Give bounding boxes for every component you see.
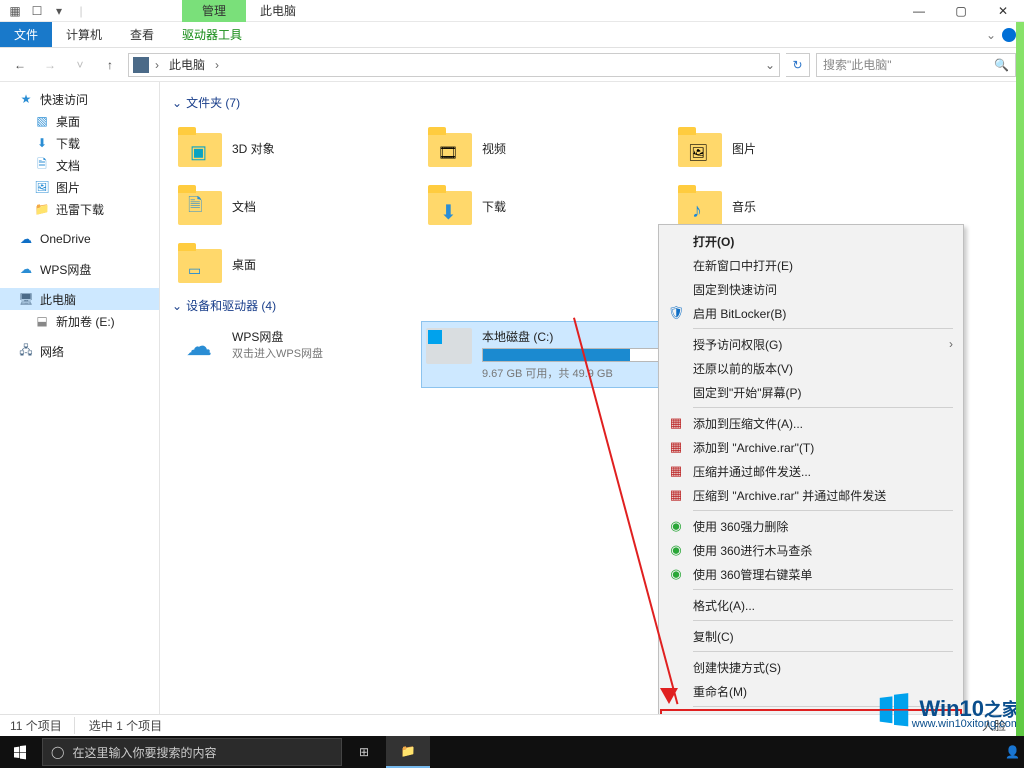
nav-quick-access[interactable]: ★快速访问 bbox=[0, 88, 159, 110]
folder-pictures[interactable]: 🖼图片 bbox=[672, 119, 922, 177]
folder-downloads[interactable]: ⬇下载 bbox=[422, 177, 672, 235]
360-icon: ◉ bbox=[667, 565, 685, 583]
drive-c-icon bbox=[426, 328, 472, 364]
nav-xunlei[interactable]: 📁迅雷下载 bbox=[0, 198, 159, 220]
crumb-sep[interactable]: › bbox=[153, 58, 161, 72]
status-selected-count: 选中 1 个项目 bbox=[89, 717, 162, 734]
nav-pictures[interactable]: 🖼图片 bbox=[0, 176, 159, 198]
ctx-copy[interactable]: 复制(C) bbox=[661, 624, 961, 648]
contextual-tab-manage: 管理 bbox=[182, 0, 246, 22]
nav-forward: → bbox=[38, 53, 62, 77]
nav-pane: ★快速访问 ▧桌面 ⬇下载 🗎文档 🖼图片 📁迅雷下载 ☁OneDrive ☁W… bbox=[0, 82, 160, 714]
folder-desktop[interactable]: ▭桌面 bbox=[172, 235, 422, 293]
ribbon-expand[interactable]: ⌄ bbox=[986, 28, 996, 42]
ctx-compress-mail-rar[interactable]: ▦压缩到 "Archive.rar" 并通过邮件发送 bbox=[661, 483, 961, 507]
nav-documents[interactable]: 🗎文档 bbox=[0, 154, 159, 176]
nav-newvol-e[interactable]: ⬓新加卷 (E:) bbox=[0, 310, 159, 332]
ctx-360-scan[interactable]: ◉使用 360进行木马查杀 bbox=[661, 538, 961, 562]
ctx-open[interactable]: 打开(O) bbox=[661, 229, 961, 253]
search-placeholder: 搜索"此电脑" bbox=[823, 56, 892, 73]
maximize-button[interactable]: ▢ bbox=[940, 0, 982, 22]
address-bar[interactable]: › 此电脑 › ⌄ bbox=[128, 53, 780, 77]
360-icon: ◉ bbox=[667, 517, 685, 535]
section-folders[interactable]: ⌄文件夹 (7) bbox=[172, 90, 1012, 119]
nav-desktop[interactable]: ▧桌面 bbox=[0, 110, 159, 132]
status-item-count: 11 个项目 bbox=[10, 717, 75, 734]
ctx-format[interactable]: 格式化(A)... bbox=[661, 593, 961, 617]
cortana-icon: ◯ bbox=[51, 745, 64, 759]
ctx-pin-quick[interactable]: 固定到快速访问 bbox=[661, 277, 961, 301]
taskbar-explorer[interactable]: 📁 bbox=[386, 736, 430, 768]
task-view-button[interactable]: ⊞ bbox=[342, 736, 386, 768]
addr-dropdown[interactable]: ⌄ bbox=[765, 58, 775, 72]
help-icon[interactable] bbox=[1002, 28, 1016, 42]
nav-onedrive[interactable]: ☁OneDrive bbox=[0, 228, 159, 250]
ctx-pin-start[interactable]: 固定到"开始"屏幕(P) bbox=[661, 380, 961, 404]
folder-videos[interactable]: 🎞视频 bbox=[422, 119, 672, 177]
thispc-icon bbox=[133, 57, 149, 73]
nav-wps[interactable]: ☁WPS网盘 bbox=[0, 258, 159, 280]
360-icon: ◉ bbox=[667, 541, 685, 559]
start-button[interactable] bbox=[0, 736, 40, 768]
ctx-compress-mail[interactable]: ▦压缩并通过邮件发送... bbox=[661, 459, 961, 483]
search-icon: 🔍 bbox=[994, 58, 1009, 72]
ctx-open-new-window[interactable]: 在新窗口中打开(E) bbox=[661, 253, 961, 277]
ctx-360-delete[interactable]: ◉使用 360强力删除 bbox=[661, 514, 961, 538]
crumb-sep2[interactable]: › bbox=[213, 58, 221, 72]
rar-icon: ▦ bbox=[667, 462, 685, 480]
ribbon-computer[interactable]: 计算机 bbox=[52, 22, 116, 47]
refresh-button[interactable]: ↻ bbox=[786, 53, 810, 77]
nav-network[interactable]: 🖧网络 bbox=[0, 340, 159, 362]
cortana-search[interactable]: ◯ 在这里输入你要搜索的内容 bbox=[42, 738, 342, 766]
ctx-add-archive-rar[interactable]: ▦添加到 "Archive.rar"(T) bbox=[661, 435, 961, 459]
nav-thispc[interactable]: 🖥此电脑 bbox=[0, 288, 159, 310]
rar-icon: ▦ bbox=[667, 438, 685, 456]
folder-documents[interactable]: 🗎文档 bbox=[172, 177, 422, 235]
folder-3d-objects[interactable]: ▣3D 对象 bbox=[172, 119, 422, 177]
rar-icon: ▦ bbox=[667, 486, 685, 504]
crumb-thispc[interactable]: 此电脑 bbox=[165, 54, 209, 76]
ctx-grant-access[interactable]: 授予访问权限(G)› bbox=[661, 332, 961, 356]
drive-c[interactable]: 本地磁盘 (C:) 9.67 GB 可用，共 49.9 GB bbox=[422, 322, 672, 387]
ctx-create-shortcut[interactable]: 创建快捷方式(S) bbox=[661, 655, 961, 679]
search-input[interactable]: 搜索"此电脑" 🔍 bbox=[816, 53, 1016, 77]
qat-sep: | bbox=[70, 0, 92, 22]
drive-wps[interactable]: ☁ WPS网盘 双击进入WPS网盘 bbox=[172, 322, 422, 387]
window-title: 此电脑 bbox=[246, 0, 310, 22]
rar-icon: ▦ bbox=[667, 414, 685, 432]
nav-downloads[interactable]: ⬇下载 bbox=[0, 132, 159, 154]
context-menu: 打开(O) 在新窗口中打开(E) 固定到快速访问 🛡启用 BitLocker(B… bbox=[658, 224, 964, 739]
nav-back[interactable]: ← bbox=[8, 53, 32, 77]
taskbar: ◯ 在这里输入你要搜索的内容 ⊞ 📁 👤 bbox=[0, 736, 1024, 768]
ribbon-file[interactable]: 文件 bbox=[0, 22, 52, 47]
watermark: Win10之家 www.win10xitong.com bbox=[875, 690, 1020, 728]
tray-people[interactable]: 👤 bbox=[1005, 745, 1020, 759]
ctx-360-menu[interactable]: ◉使用 360管理右键菜单 bbox=[661, 562, 961, 586]
cortana-placeholder: 在这里输入你要搜索的内容 bbox=[72, 744, 216, 761]
submenu-icon: › bbox=[949, 337, 953, 351]
close-button[interactable]: ✕ bbox=[982, 0, 1024, 22]
scroll-edge bbox=[1016, 22, 1024, 736]
qat-icon: ▦ bbox=[4, 0, 26, 22]
nav-up[interactable]: ↑ bbox=[98, 53, 122, 77]
shield-icon: 🛡 bbox=[667, 304, 685, 322]
ribbon-drive-tools[interactable]: 驱动器工具 bbox=[168, 22, 256, 47]
qat-props[interactable]: ☐ bbox=[26, 0, 48, 22]
nav-recent[interactable]: ˅ bbox=[68, 53, 92, 77]
ctx-restore-versions[interactable]: 还原以前的版本(V) bbox=[661, 356, 961, 380]
ribbon-view[interactable]: 查看 bbox=[116, 22, 168, 47]
minimize-button[interactable]: ― bbox=[898, 0, 940, 22]
ctx-add-archive[interactable]: ▦添加到压缩文件(A)... bbox=[661, 411, 961, 435]
qat-new[interactable]: ▾ bbox=[48, 0, 70, 22]
status-bar: 11 个项目 选中 1 个项目 人脸 bbox=[0, 714, 1024, 736]
ctx-bitlocker[interactable]: 🛡启用 BitLocker(B) bbox=[661, 301, 961, 325]
